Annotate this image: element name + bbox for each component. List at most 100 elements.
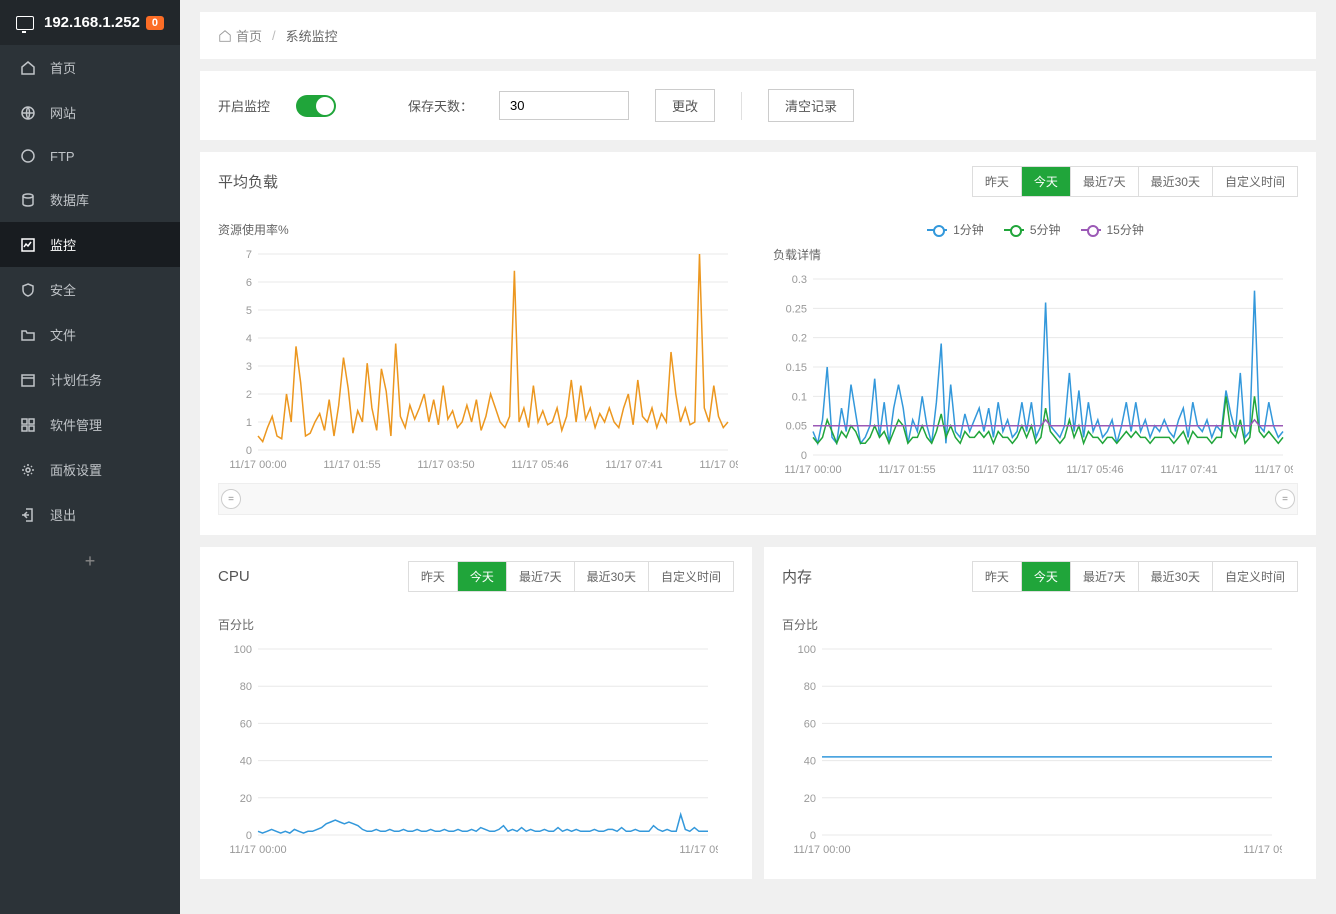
sidebar-item-cron[interactable]: 计划任务	[0, 357, 180, 402]
home-icon	[20, 60, 36, 76]
breadcrumb-home[interactable]: 首页	[218, 26, 262, 45]
svg-text:0: 0	[810, 830, 816, 842]
tab-today[interactable]: 今天	[1022, 562, 1071, 591]
shield-icon	[20, 282, 36, 298]
svg-text:11/17 03:50: 11/17 03:50	[417, 459, 474, 471]
sidebar-item-ftp[interactable]: FTP	[0, 135, 180, 177]
sidebar-item-home[interactable]: 首页	[0, 45, 180, 90]
svg-text:2: 2	[246, 389, 252, 401]
legend-1min[interactable]: .leg-mark:nth-child(1)::after{border-col…	[927, 221, 984, 238]
sidebar-item-label: FTP	[50, 149, 75, 164]
sidebar-add[interactable]: +	[0, 537, 180, 586]
svg-text:11/17 00:00: 11/17 00:00	[793, 844, 850, 856]
svg-text:5: 5	[246, 305, 252, 317]
legend-5min[interactable]: 5分钟	[1004, 221, 1061, 238]
svg-text:11/17 09:36: 11/17 09:36	[699, 459, 738, 471]
notification-badge[interactable]: 0	[146, 16, 164, 30]
keep-days-input[interactable]	[499, 91, 629, 120]
svg-text:11/17 00:00: 11/17 00:00	[784, 464, 841, 476]
sidebar-item-label: 网站	[50, 103, 76, 122]
ftp-icon	[20, 148, 36, 164]
sidebar-item-label: 首页	[50, 58, 76, 77]
svg-text:7: 7	[246, 249, 252, 261]
svg-text:100: 100	[798, 644, 816, 656]
tab-30days[interactable]: 最近30天	[575, 562, 649, 591]
globe-icon	[20, 105, 36, 121]
sidebar-item-site[interactable]: 网站	[0, 90, 180, 135]
sidebar-item-label: 监控	[50, 235, 76, 254]
sidebar-item-monitor[interactable]: 监控	[0, 222, 180, 267]
svg-text:11/17 07:41: 11/17 07:41	[1160, 464, 1217, 476]
svg-text:11/17 07:41: 11/17 07:41	[605, 459, 662, 471]
sidebar-item-logout[interactable]: 退出	[0, 492, 180, 537]
tab-7days[interactable]: 最近7天	[1071, 562, 1139, 591]
svg-text:0: 0	[246, 830, 252, 842]
tab-today[interactable]: 今天	[458, 562, 507, 591]
enable-toggle[interactable]	[296, 95, 336, 117]
monitor-icon	[16, 16, 34, 30]
folder-icon	[20, 327, 36, 343]
chart-cpu: 02040608010011/17 00:0011/17 09:36	[218, 639, 718, 859]
panel-title: 内存	[782, 566, 812, 587]
tab-today[interactable]: 今天	[1022, 167, 1071, 196]
zoom-handle-left[interactable]: =	[221, 489, 241, 509]
clear-button[interactable]: 清空记录	[768, 89, 854, 122]
breadcrumb: 首页 / 系统监控	[200, 12, 1316, 59]
svg-text:11/17 09:36: 11/17 09:36	[679, 844, 718, 856]
sidebar-item-security[interactable]: 安全	[0, 267, 180, 312]
panel-load: 平均负载 昨天 今天 最近7天 最近30天 自定义时间 资源使用率% 01234…	[200, 152, 1316, 535]
svg-text:11/17 03:50: 11/17 03:50	[972, 464, 1029, 476]
svg-text:11/17 09:36: 11/17 09:36	[1254, 464, 1293, 476]
chart-load-detail: .leg-mark:nth-child(1)::after{border-col…	[773, 221, 1298, 479]
chart-resource-usage: 资源使用率% 0123456711/17 00:0011/17 01:5511/…	[218, 221, 743, 479]
sidebar-item-soft[interactable]: 软件管理	[0, 402, 180, 447]
sidebar-header: 192.168.1.252 0	[0, 0, 180, 45]
tab-custom[interactable]: 自定义时间	[1213, 167, 1297, 196]
svg-text:0.25: 0.25	[786, 303, 807, 315]
chart-legend: .leg-mark:nth-child(1)::after{border-col…	[773, 221, 1298, 238]
sidebar-item-db[interactable]: 数据库	[0, 177, 180, 222]
tab-yesterday[interactable]: 昨天	[973, 167, 1022, 196]
tab-30days[interactable]: 最近30天	[1139, 562, 1213, 591]
svg-text:20: 20	[240, 793, 252, 805]
sidebar-item-label: 数据库	[50, 190, 89, 209]
zoom-handle-right[interactable]: =	[1275, 489, 1295, 509]
svg-text:6: 6	[246, 277, 252, 289]
sidebar: 192.168.1.252 0 首页 网站 FTP 数据库 监控 安全	[0, 0, 180, 914]
panel-cpu: CPU 昨天 今天 最近7天 最近30天 自定义时间 百分比 020406080…	[200, 547, 752, 879]
tab-30days[interactable]: 最近30天	[1139, 167, 1213, 196]
control-bar: 开启监控 保存天数： 更改 清空记录	[200, 71, 1316, 140]
sidebar-item-file[interactable]: 文件	[0, 312, 180, 357]
svg-text:3: 3	[246, 361, 252, 373]
tab-custom[interactable]: 自定义时间	[649, 562, 733, 591]
svg-text:40: 40	[240, 756, 252, 768]
sidebar-item-panel[interactable]: 面板设置	[0, 447, 180, 492]
main-content: 首页 / 系统监控 开启监控 保存天数： 更改 清空记录 平均负载 昨天 今天 …	[180, 0, 1336, 914]
svg-text:0.15: 0.15	[786, 362, 807, 374]
tab-custom[interactable]: 自定义时间	[1213, 562, 1297, 591]
svg-text:11/17 00:00: 11/17 00:00	[229, 459, 286, 471]
calendar-icon	[20, 372, 36, 388]
svg-text:1: 1	[246, 417, 252, 429]
save-button[interactable]: 更改	[655, 89, 715, 122]
tab-yesterday[interactable]: 昨天	[973, 562, 1022, 591]
enable-label: 开启监控	[218, 96, 270, 115]
divider	[741, 92, 742, 120]
grid-icon	[20, 417, 36, 433]
time-tabs: 昨天 今天 最近7天 最近30天 自定义时间	[408, 561, 734, 592]
zoom-slider[interactable]: = =	[218, 483, 1298, 515]
tab-7days[interactable]: 最近7天	[1071, 167, 1139, 196]
tab-7days[interactable]: 最近7天	[507, 562, 575, 591]
breadcrumb-current: 系统监控	[286, 26, 338, 45]
keep-label: 保存天数：	[408, 96, 473, 115]
tab-yesterday[interactable]: 昨天	[409, 562, 458, 591]
svg-text:11/17 09:36: 11/17 09:36	[1243, 844, 1282, 856]
chart-icon	[20, 237, 36, 253]
sidebar-item-label: 文件	[50, 325, 76, 344]
sidebar-item-label: 退出	[50, 505, 76, 524]
breadcrumb-sep: /	[272, 28, 276, 43]
svg-text:60: 60	[240, 718, 252, 730]
sidebar-item-label: 计划任务	[50, 370, 102, 389]
svg-text:40: 40	[804, 756, 816, 768]
legend-15min[interactable]: 15分钟	[1081, 221, 1144, 238]
